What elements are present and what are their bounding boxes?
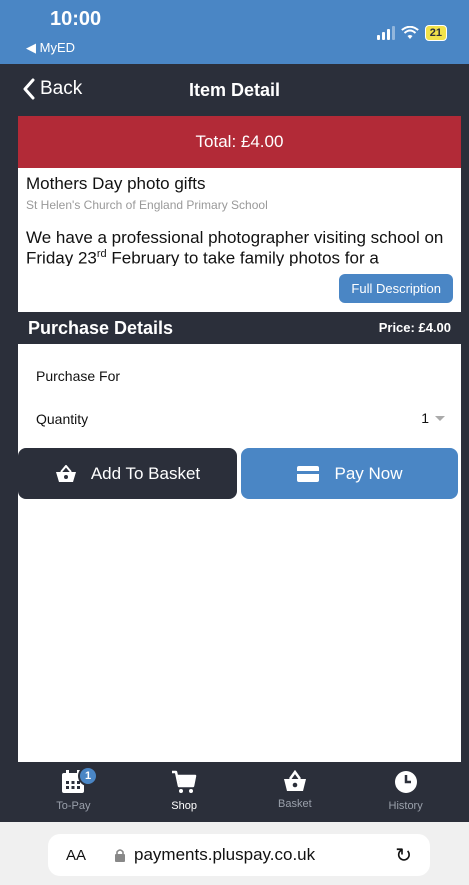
tab-label: Shop xyxy=(171,800,197,812)
lock-icon xyxy=(115,849,126,862)
tab-history[interactable]: History xyxy=(350,762,461,822)
status-bar: 10:00 ◀ MyED 21 xyxy=(0,0,469,64)
item-description: We have a professional photographer visi… xyxy=(26,230,444,266)
price-label: Price: £4.00 xyxy=(378,320,451,335)
cart-icon xyxy=(172,770,197,793)
page-title: Item Detail xyxy=(188,80,281,100)
quantity-value: 1 xyxy=(421,410,429,426)
tab-basket[interactable]: Basket xyxy=(240,762,351,822)
clock-icon xyxy=(394,771,417,793)
url-label: payments.pluspay.co.uk xyxy=(134,845,316,864)
back-to-app-link[interactable]: ◀ MyED xyxy=(26,40,75,56)
basket-icon xyxy=(55,464,76,482)
tab-label: Basket xyxy=(278,798,312,810)
url-text[interactable]: payments.pluspay.co.uk xyxy=(114,845,315,865)
chevron-down-icon xyxy=(435,415,445,421)
tab-to-pay[interactable]: 1 To-Pay xyxy=(18,762,129,822)
purchase-details-header: Purchase Details Price: £4.00 xyxy=(18,312,461,344)
battery-icon: 21 xyxy=(424,25,447,41)
school-name: St Helen's Church of England Primary Sch… xyxy=(26,198,268,212)
total-banner: Total: £4.00 xyxy=(18,116,461,168)
browser-address-bar: AA payments.pluspay.co.uk ↻ xyxy=(0,822,469,885)
basket-icon xyxy=(283,770,306,791)
full-description-button[interactable]: Full Description xyxy=(339,274,453,303)
system-indicators: 21 xyxy=(376,25,447,41)
url-field[interactable]: AA payments.pluspay.co.uk ↻ xyxy=(48,834,430,876)
navigation-bar: Back Item Detail xyxy=(0,64,469,116)
add-to-basket-label: Add To Basket xyxy=(90,463,201,483)
text-size-button[interactable]: AA xyxy=(66,847,86,864)
tab-shop[interactable]: Shop xyxy=(129,762,240,822)
wifi-icon xyxy=(400,26,419,39)
credit-card-icon xyxy=(297,465,320,482)
status-time: 10:00 xyxy=(50,8,102,30)
purchase-for-field[interactable]: Purchase For xyxy=(36,368,120,384)
signal-icon xyxy=(376,26,395,40)
item-name: Mothers Day photo gifts xyxy=(26,174,206,193)
tab-label: To-Pay xyxy=(56,800,91,812)
tab-label: History xyxy=(388,800,423,812)
pay-now-label: Pay Now xyxy=(334,463,403,483)
purchase-form: Purchase For Quantity 1 xyxy=(18,344,461,762)
add-to-basket-button[interactable]: Add To Basket xyxy=(18,448,237,499)
quantity-select[interactable]: 1 xyxy=(421,410,445,426)
item-card: Mothers Day photo gifts St Helen's Churc… xyxy=(18,168,461,312)
purchase-details-title: Purchase Details xyxy=(28,318,174,338)
to-pay-badge: 1 xyxy=(78,766,98,786)
quantity-label: Quantity xyxy=(36,411,89,427)
bottom-tab-bar: 1 To-Pay Shop Basket History xyxy=(18,762,461,822)
pay-now-button[interactable]: Pay Now xyxy=(241,448,458,499)
reload-icon[interactable]: ↻ xyxy=(395,843,412,868)
